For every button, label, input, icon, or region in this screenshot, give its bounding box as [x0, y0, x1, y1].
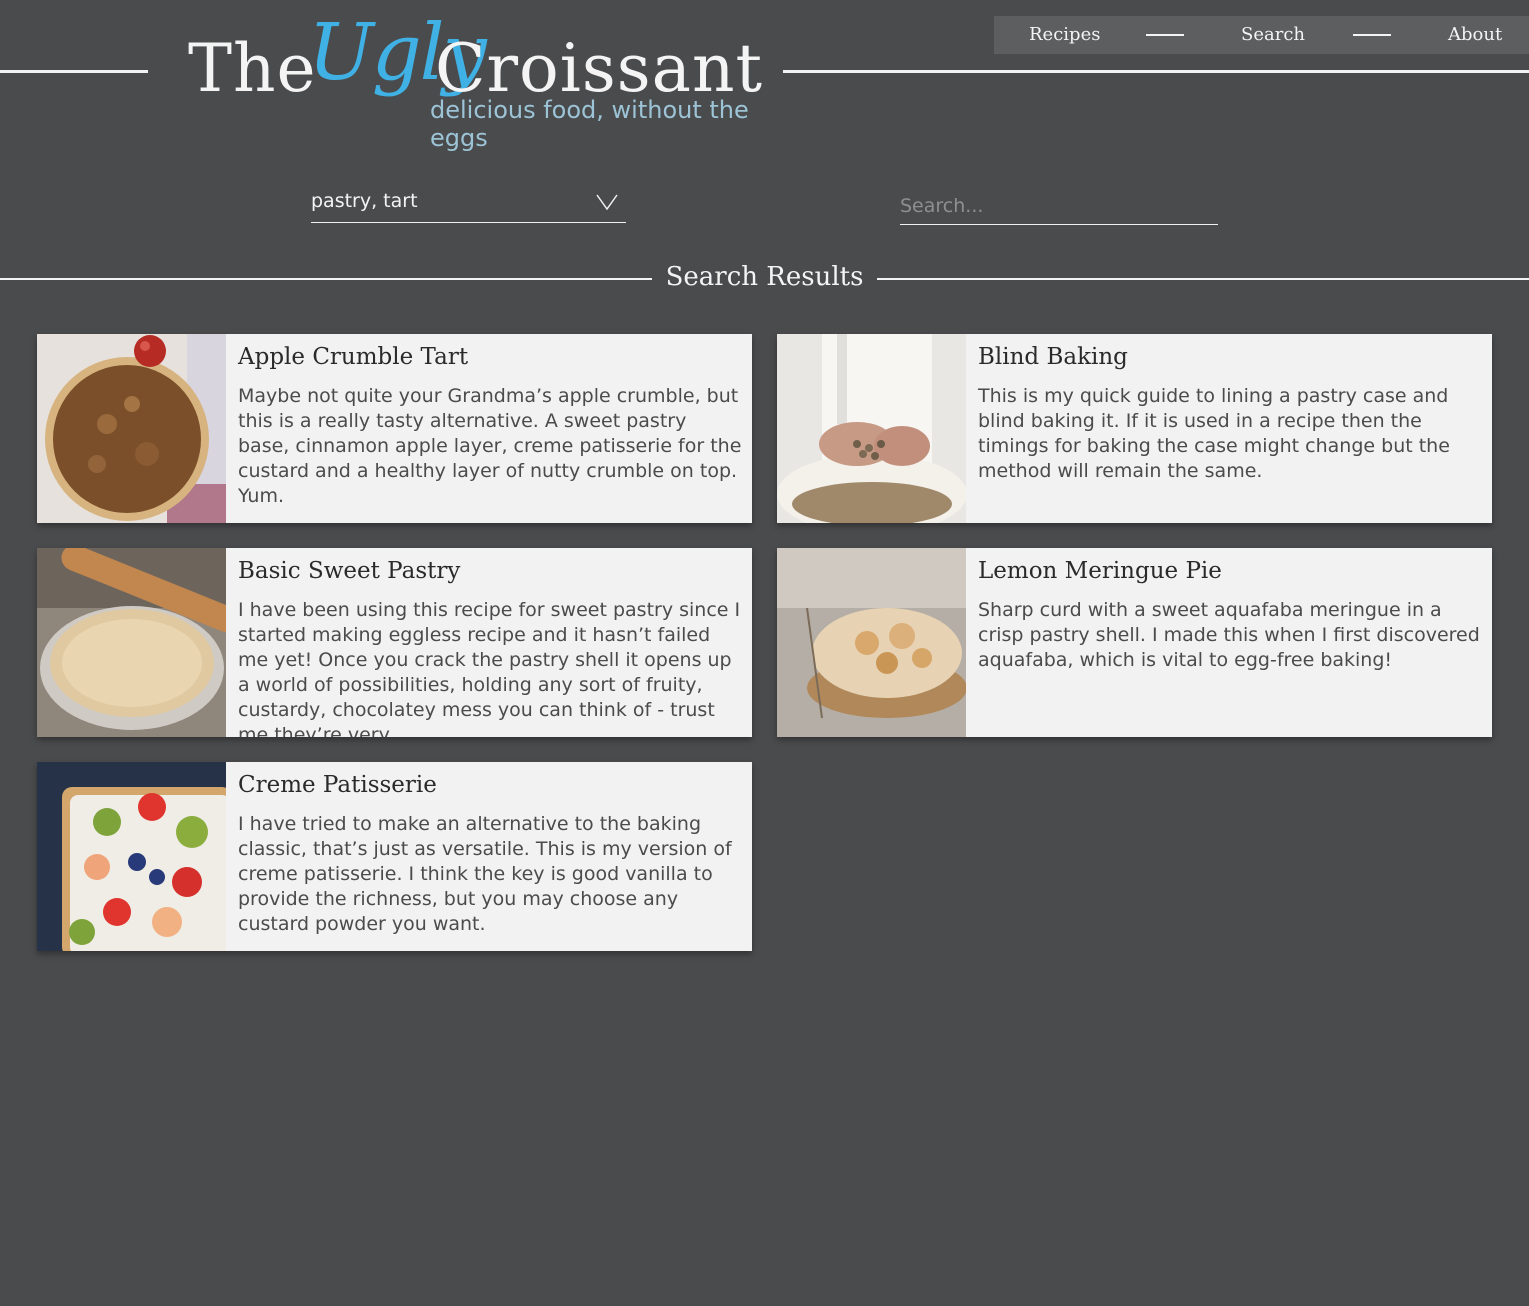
result-description: Maybe not quite your Grandma’s apple cru… [238, 385, 742, 507]
site-logo[interactable]: The Ugly Croissant delicious food, witho… [188, 8, 783, 152]
basic-sweet-pastry-image [37, 548, 226, 737]
results-heading: Search Results [665, 262, 864, 292]
blind-baking-image [777, 334, 966, 523]
result-title: Lemon Meringue Pie [978, 558, 1222, 584]
results-rule-left [0, 278, 652, 280]
logo-tagline: delicious food, without the eggs [430, 96, 749, 152]
category-filter-select[interactable]: pastry, tart [311, 188, 626, 223]
results-rule-right [877, 278, 1529, 280]
result-description: I have been using this recipe for sweet … [238, 599, 741, 737]
creme-patisserie-image [37, 762, 226, 951]
result-description: I have tried to make an alternative to t… [238, 813, 732, 935]
nav-divider [1353, 34, 1391, 36]
result-card[interactable]: Blind Baking This is my quick guide to l… [777, 334, 1492, 523]
logo-word-the: The [188, 30, 317, 107]
result-title: Basic Sweet Pastry [238, 558, 461, 584]
result-title: Blind Baking [978, 344, 1128, 370]
header-rule-left [0, 70, 148, 73]
nav-divider [1146, 34, 1184, 36]
result-title: Apple Crumble Tart [238, 344, 469, 370]
result-description: Sharp curd with a sweet aquafaba meringu… [978, 599, 1480, 671]
main-nav: Recipes Search About [994, 16, 1529, 54]
nav-recipes[interactable]: Recipes [1029, 24, 1100, 45]
result-title: Creme Patisserie [238, 772, 437, 798]
search-input[interactable] [900, 188, 1218, 225]
result-card[interactable]: Lemon Meringue Pie Sharp curd with a swe… [777, 548, 1492, 737]
result-card[interactable]: Creme Patisserie I have tried to make an… [37, 762, 752, 951]
result-description: This is my quick guide to lining a pastr… [978, 385, 1450, 482]
result-card[interactable]: Apple Crumble Tart Maybe not quite your … [37, 334, 752, 523]
nav-about[interactable]: About [1448, 24, 1502, 45]
chevron-down-icon [596, 194, 618, 210]
result-card[interactable]: Basic Sweet Pastry I have been using thi… [37, 548, 752, 737]
lemon-meringue-pie-image [777, 548, 966, 737]
apple-crumble-tart-image [37, 334, 226, 523]
nav-search[interactable]: Search [1241, 24, 1305, 45]
header-rule-right [783, 70, 1529, 73]
filter-selected-value: pastry, tart [311, 190, 418, 212]
